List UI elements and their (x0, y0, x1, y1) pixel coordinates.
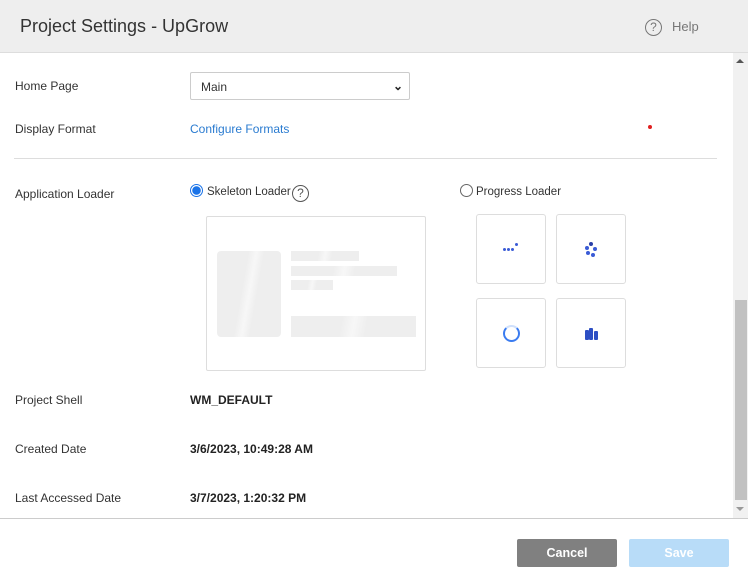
project-shell-label: Project Shell (15, 393, 83, 407)
progress-loader-label: Progress Loader (476, 186, 562, 198)
last-accessed-date-label: Last Accessed Date (15, 491, 122, 505)
dialog-title: Project Settings - UpGrow (20, 16, 229, 36)
display-format-label: Display Format (15, 122, 96, 136)
scroll-down-icon[interactable] (736, 507, 744, 511)
application-loader-label: Application Loader (15, 187, 115, 201)
home-page-value: Main (201, 80, 228, 94)
last-accessed-date-value: 3/7/2023, 1:20:32 PM (190, 491, 307, 505)
skeleton-loader-radio[interactable] (190, 184, 203, 197)
project-shell-value: WM_DEFAULT (190, 393, 273, 407)
loader-option-circle-dots[interactable] (556, 214, 626, 284)
skeleton-loader-preview[interactable] (206, 216, 426, 371)
loader-option-spinner[interactable] (476, 298, 546, 368)
created-date-label: Created Date (15, 442, 87, 456)
created-date-value: 3/6/2023, 10:49:28 AM (190, 442, 313, 456)
chevron-down-icon: ⌄ (392, 79, 403, 93)
configure-formats-link[interactable]: Configure Formats (190, 122, 289, 136)
required-indicator (648, 125, 652, 129)
dialog-header: Project Settings - UpGrow ? Help (0, 0, 748, 53)
loader-option-dots[interactable] (476, 214, 546, 284)
skeleton-line (291, 266, 397, 276)
skeleton-loader-label: Skeleton Loader (207, 186, 291, 198)
skeleton-line (291, 251, 359, 261)
cancel-button[interactable]: Cancel (517, 539, 617, 567)
scroll-up-icon[interactable] (736, 59, 744, 63)
skeleton-block (291, 316, 416, 337)
scrollbar-thumb[interactable] (735, 300, 747, 500)
help-link[interactable]: Help (672, 19, 699, 34)
save-button[interactable]: Save (629, 539, 729, 567)
question-icon[interactable]: ? (292, 185, 309, 202)
home-page-label: Home Page (15, 79, 79, 93)
loader-option-bars[interactable] (556, 298, 626, 368)
divider (14, 158, 717, 159)
home-page-select[interactable]: Main ⌄ (190, 72, 410, 100)
help-icon[interactable]: ? (645, 19, 662, 36)
skeleton-image (217, 251, 281, 337)
spinner-icon (503, 325, 520, 342)
skeleton-line (291, 280, 333, 290)
progress-loader-radio[interactable] (460, 184, 473, 197)
footer-divider (0, 518, 748, 519)
